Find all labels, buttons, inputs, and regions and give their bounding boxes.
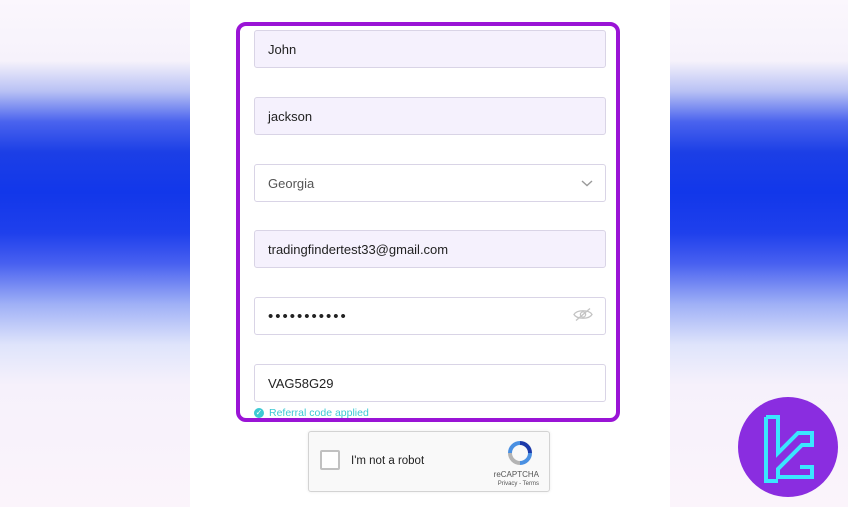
country-select[interactable]: Georgia bbox=[254, 164, 606, 202]
highlight-frame bbox=[236, 22, 620, 422]
captcha-label: I'm not a robot bbox=[351, 455, 425, 467]
last-name-value: jackson bbox=[268, 108, 313, 124]
country-value: Georgia bbox=[268, 175, 315, 191]
captcha-brand: reCAPTCHA bbox=[493, 470, 539, 479]
check-circle-icon: ✓ bbox=[254, 408, 264, 418]
password-input[interactable]: ••••••••••• bbox=[254, 297, 606, 335]
referral-code-input[interactable]: VAG58G29 bbox=[254, 364, 606, 402]
password-value: ••••••••••• bbox=[268, 307, 348, 325]
email-input[interactable]: tradingfindertest33@gmail.com bbox=[254, 230, 606, 268]
email-value: tradingfindertest33@gmail.com bbox=[268, 241, 449, 257]
chevron-down-icon bbox=[581, 176, 593, 191]
background-left bbox=[0, 0, 190, 507]
eye-off-icon[interactable] bbox=[573, 308, 593, 325]
tradingfinder-logo-icon bbox=[738, 397, 838, 497]
recaptcha-logo-icon bbox=[505, 440, 535, 466]
referral-status-text: Referral code applied bbox=[269, 407, 369, 419]
captcha-links[interactable]: Privacy - Terms bbox=[498, 481, 539, 487]
referral-code-value: VAG58G29 bbox=[268, 375, 334, 391]
captcha-checkbox[interactable] bbox=[320, 450, 340, 470]
referral-status: ✓ Referral code applied bbox=[254, 407, 369, 419]
first-name-input[interactable]: John bbox=[254, 30, 606, 68]
first-name-value: John bbox=[268, 41, 297, 57]
last-name-input[interactable]: jackson bbox=[254, 97, 606, 135]
recaptcha-widget: I'm not a robot reCAPTCHA Privacy - Term… bbox=[308, 431, 550, 492]
